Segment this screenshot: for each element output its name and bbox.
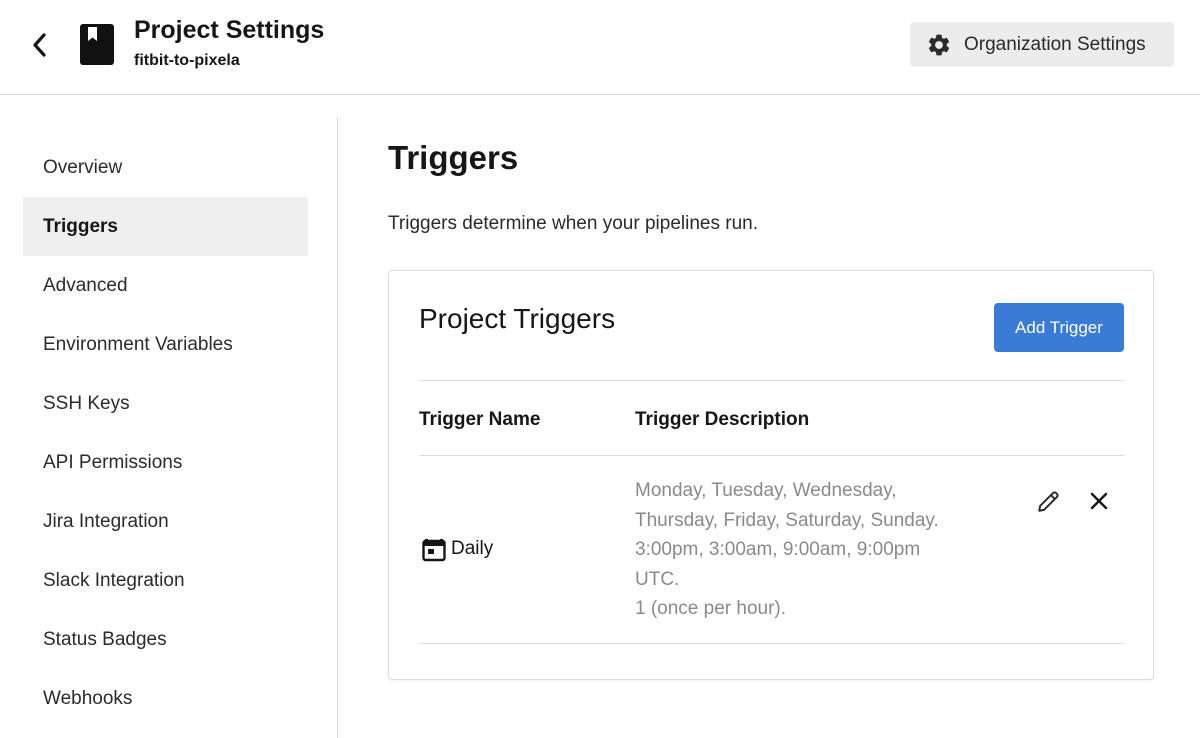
page-title: Triggers [388,139,519,176]
project-triggers-card: Project Triggers Add Trigger Trigger Nam… [388,270,1154,680]
calendar-icon [421,536,447,562]
gear-icon [926,32,952,58]
pencil-icon [1038,491,1059,512]
card-title: Project Triggers [419,303,616,334]
sidebar-item-overview[interactable]: Overview [23,138,308,197]
page-header-title: Project Settings [134,16,325,44]
trigger-description-cell: Monday, Tuesday, Wednesday, Thursday, Fr… [635,476,939,624]
column-header-trigger-name: Trigger Name [419,409,541,430]
divider [419,455,1124,456]
back-button[interactable] [26,30,52,60]
description-line: 3:00pm, 3:00am, 9:00am, 9:00pm [635,539,921,560]
sidebar-item-environment-variables[interactable]: Environment Variables [23,315,308,374]
edit-trigger-button[interactable] [1034,486,1064,516]
sidebar-item-webhooks[interactable]: Webhooks [23,669,308,728]
organization-settings-button[interactable]: Organization Settings [910,22,1174,67]
project-book-icon [80,24,114,65]
divider [419,380,1124,381]
description-line: 1 (once per hour). [635,598,787,619]
organization-settings-label: Organization Settings [964,33,1146,55]
chevron-left-icon [33,33,46,57]
sidebar-item-triggers[interactable]: Triggers [23,197,308,256]
sidebar-item-ssh-keys[interactable]: SSH Keys [23,374,308,433]
delete-trigger-button[interactable] [1084,486,1114,516]
project-name: fitbit-to-pixela [134,52,240,69]
divider [419,643,1124,644]
close-icon [1090,492,1108,510]
sidebar-item-api-permissions[interactable]: API Permissions [23,433,308,492]
add-trigger-button[interactable]: Add Trigger [994,303,1124,352]
sidebar-item-slack-integration[interactable]: Slack Integration [23,551,308,610]
page-description: Triggers determine when your pipelines r… [388,213,758,234]
settings-sidebar: Overview Triggers Advanced Environment V… [0,118,338,738]
top-header: Project Settings fitbit-to-pixela Organi… [0,0,1200,95]
trigger-name-label: Daily [451,538,494,559]
description-line: UTC. [635,568,680,590]
sidebar-item-advanced[interactable]: Advanced [23,256,308,315]
sidebar-item-jira-integration[interactable]: Jira Integration [23,492,308,551]
column-header-trigger-description: Trigger Description [635,409,810,430]
sidebar-item-status-badges[interactable]: Status Badges [23,610,308,669]
description-line: Monday, Tuesday, Wednesday, [635,480,897,501]
description-line: Thursday, Friday, Saturday, Sunday. [635,509,939,531]
trigger-name-cell: Daily [421,536,493,562]
